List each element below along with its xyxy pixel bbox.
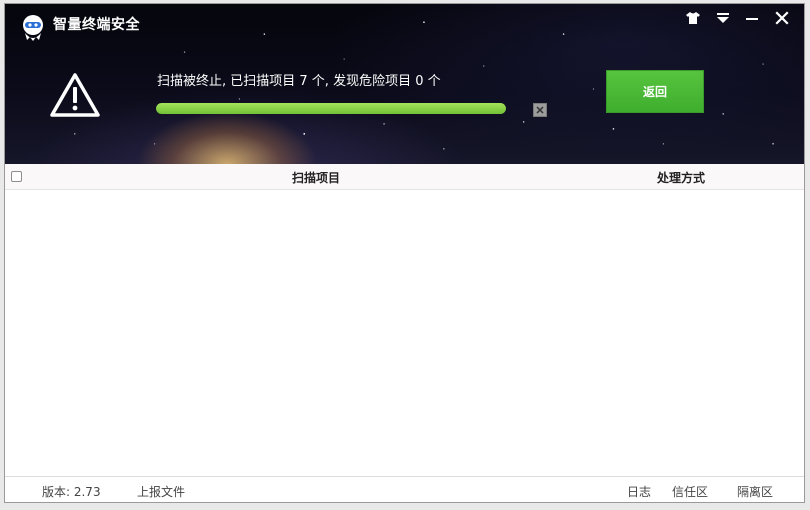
scan-results-list — [5, 190, 804, 476]
scan-progress-bar — [156, 103, 506, 114]
close-icon[interactable] — [773, 9, 791, 27]
header-banner: 智量终端安全 扫描被终止, 已扫描项目 7 个, 发现危险项目 0 个 返回 — [5, 4, 804, 164]
select-all-checkbox[interactable] — [11, 171, 22, 182]
column-scan-item: 扫描项目 — [292, 171, 341, 185]
skin-icon[interactable] — [684, 9, 702, 27]
menu-icon[interactable] — [714, 9, 732, 27]
minimize-icon[interactable] — [743, 9, 761, 27]
table-header: 扫描项目 处理方式 — [5, 164, 804, 190]
log-link[interactable]: 日志 — [627, 483, 651, 500]
stop-scan-button[interactable] — [533, 103, 547, 117]
quarantine-link[interactable]: 隔离区 — [737, 483, 773, 500]
scan-progress-fill — [156, 103, 506, 114]
close-icon — [536, 106, 544, 114]
app-window: 智量终端安全 扫描被终止, 已扫描项目 7 个, 发现危险项目 0 个 返回 扫… — [4, 3, 805, 503]
app-logo-icon — [23, 15, 43, 41]
warning-icon — [50, 73, 100, 117]
back-button[interactable]: 返回 — [606, 70, 704, 113]
version-label: 版本: 2.73 — [42, 485, 101, 499]
app-title: 智量终端安全 — [53, 17, 140, 33]
upload-file-link[interactable]: 上报文件 — [137, 483, 185, 500]
column-action: 处理方式 — [657, 171, 706, 185]
trust-zone-link[interactable]: 信任区 — [672, 483, 708, 500]
scan-status-text: 扫描被终止, 已扫描项目 7 个, 发现危险项目 0 个 — [157, 74, 441, 89]
status-footer: 版本: 2.73 上报文件 日志 信任区 隔离区 — [5, 476, 804, 502]
